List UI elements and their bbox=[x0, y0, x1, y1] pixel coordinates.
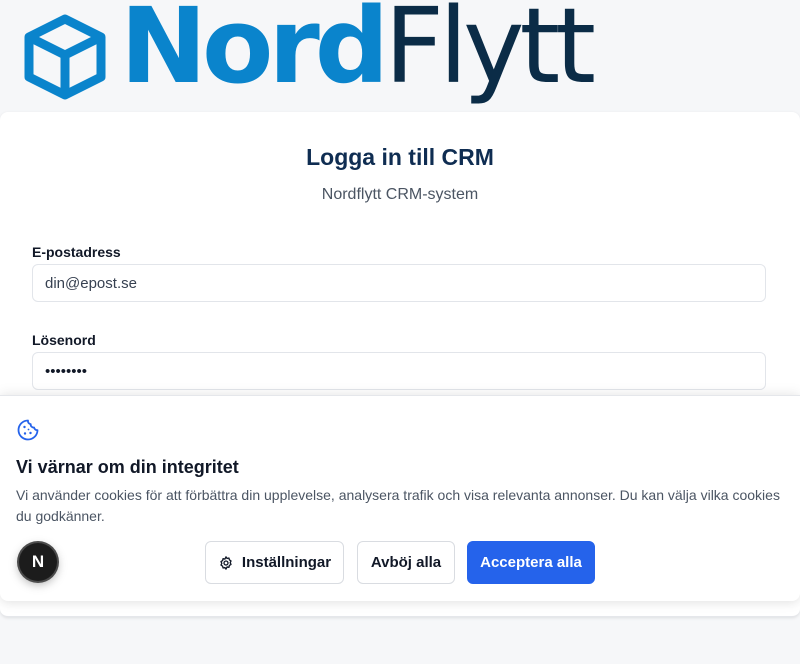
login-title: Logga in till CRM bbox=[306, 144, 494, 170]
brand-wordmark: NordFlytt bbox=[120, 0, 596, 98]
cookie-title: Vi värnar om din integritet bbox=[16, 457, 239, 477]
cookie-icon bbox=[17, 419, 39, 441]
gear-icon bbox=[220, 555, 232, 570]
cube-icon bbox=[24, 14, 106, 100]
accept-all-button[interactable]: Acceptera alla bbox=[467, 541, 595, 584]
password-label: Lösenord bbox=[32, 332, 96, 348]
cookie-settings-button[interactable]: Inställningar bbox=[205, 541, 344, 584]
cookie-settings-label: Inställningar bbox=[241, 554, 332, 571]
cookie-description: Vi använder cookies för att förbättra di… bbox=[16, 487, 780, 524]
reject-all-label: Avböj alla bbox=[370, 554, 442, 571]
dev-tools-badge[interactable]: N bbox=[19, 543, 57, 581]
brand-logo: NordFlytt bbox=[0, 0, 800, 110]
cookie-banner: Vi värnar om din integritet Vi använder … bbox=[0, 395, 800, 601]
accept-all-label: Acceptera alla bbox=[480, 554, 582, 571]
password-field[interactable] bbox=[32, 352, 766, 390]
brand-name-part1: Nord bbox=[120, 0, 389, 107]
reject-all-button[interactable]: Avböj alla bbox=[357, 541, 455, 584]
dev-tools-badge-label: N bbox=[31, 552, 45, 571]
email-field[interactable] bbox=[32, 264, 766, 302]
login-subtitle: Nordflytt CRM-system bbox=[321, 186, 479, 203]
email-label: E-postadress bbox=[32, 244, 121, 260]
brand-name-part2: Flytt bbox=[384, 0, 596, 107]
